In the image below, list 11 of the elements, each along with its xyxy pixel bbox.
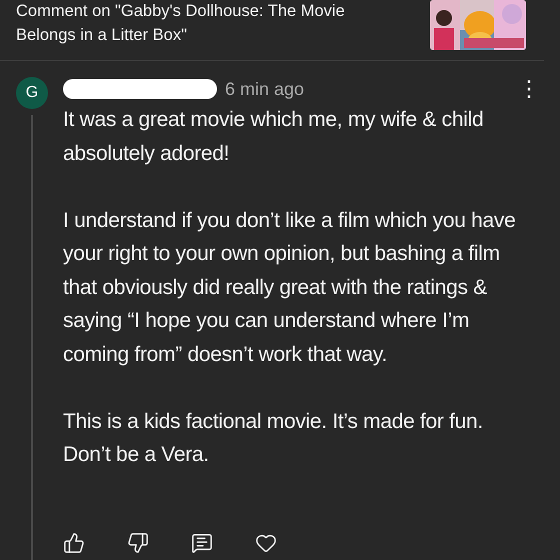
avatar[interactable]: G [16, 77, 48, 109]
dislike-button[interactable] [127, 532, 149, 554]
comment-paragraph: This is a kids factional movie. It’s made for fun. Don’t be a Vera. [63, 408, 484, 468]
comment-time: 6 min ago [225, 78, 304, 100]
comment-paragraph: I understand if you don’t like a film which you have your right to your own opinion, but bashing a film that obviously did really great with the ratings & saying “I hope you can understand where I’m coming from” doesn’t work that way. [63, 208, 516, 368]
heart-button[interactable] [255, 532, 277, 554]
reply-button[interactable] [191, 532, 213, 554]
comment-paragraph: It was a great movie which me, my wife & child absolutely adored! [63, 107, 484, 166]
comment-title: Comment on "Gabby's Dollhouse: The Movie Belongs in a Litter Box" [16, 1, 346, 46]
like-button[interactable] [63, 532, 85, 554]
more-button[interactable]: ⋮ [514, 77, 544, 102]
